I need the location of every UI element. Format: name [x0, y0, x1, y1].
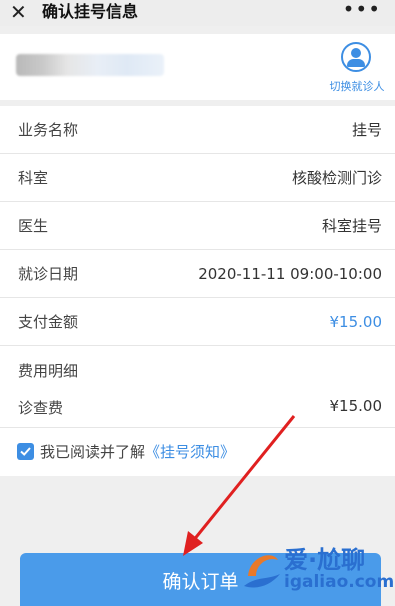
- detail-key: 科室: [18, 169, 49, 187]
- close-icon[interactable]: ✕: [10, 0, 27, 24]
- user-switch-icon: [341, 42, 371, 72]
- payment-amount: ¥15.00: [329, 313, 383, 331]
- agreement-row: 我已阅读并了解《挂号须知》: [0, 428, 395, 476]
- detail-key: 医生: [18, 217, 49, 235]
- agreement-prefix: 我已阅读并了解: [40, 443, 146, 461]
- detail-value: 挂号: [351, 121, 382, 139]
- detail-row-department: 科室 核酸检测门诊: [0, 154, 395, 202]
- switch-patient-label: 切换就诊人: [329, 80, 385, 93]
- detail-row-amount: 支付金额 ¥15.00: [0, 298, 395, 346]
- detail-value: 科室挂号: [321, 217, 382, 235]
- watermark-line2: igaliao.com: [284, 572, 395, 592]
- patient-card: 切换就诊人: [0, 34, 395, 100]
- agreement-checkbox[interactable]: [17, 443, 34, 460]
- detail-key: 支付金额: [18, 313, 79, 331]
- patient-name-blurred: [16, 54, 164, 76]
- switch-patient-button[interactable]: 切换就诊人: [326, 40, 388, 96]
- detail-value: 核酸检测门诊: [291, 169, 382, 187]
- detail-key: 业务名称: [18, 121, 79, 139]
- detail-row-date: 就诊日期 2020-11-11 09:00-10:00: [0, 250, 395, 298]
- page-title: 确认挂号信息: [42, 2, 139, 21]
- detail-key: 就诊日期: [18, 265, 79, 283]
- registration-notice-link[interactable]: 《挂号须知》: [145, 443, 235, 461]
- fee-item-label: 诊查费: [18, 399, 64, 417]
- more-icon[interactable]: •••: [343, 0, 381, 19]
- watermark-line1: 爱·尬聊: [284, 546, 366, 574]
- top-bar: ✕ 确认挂号信息 •••: [0, 0, 395, 26]
- fee-details: 费用明细 诊查费 ¥15.00: [0, 346, 395, 428]
- watermark-logo-icon: [244, 555, 280, 588]
- fee-details-title: 费用明细: [18, 362, 79, 380]
- fee-item-amount: ¥15.00: [329, 397, 383, 415]
- detail-row-doctor: 医生 科室挂号: [0, 202, 395, 250]
- agreement-text: 我已阅读并了解《挂号须知》: [40, 428, 235, 476]
- detail-row-business: 业务名称 挂号: [0, 106, 395, 154]
- detail-value: 2020-11-11 09:00-10:00: [198, 265, 382, 283]
- watermark: 爱·尬聊 igaliao.com: [238, 536, 395, 606]
- order-details: 业务名称 挂号 科室 核酸检测门诊 医生 科室挂号 就诊日期 2020-11-1…: [0, 106, 395, 476]
